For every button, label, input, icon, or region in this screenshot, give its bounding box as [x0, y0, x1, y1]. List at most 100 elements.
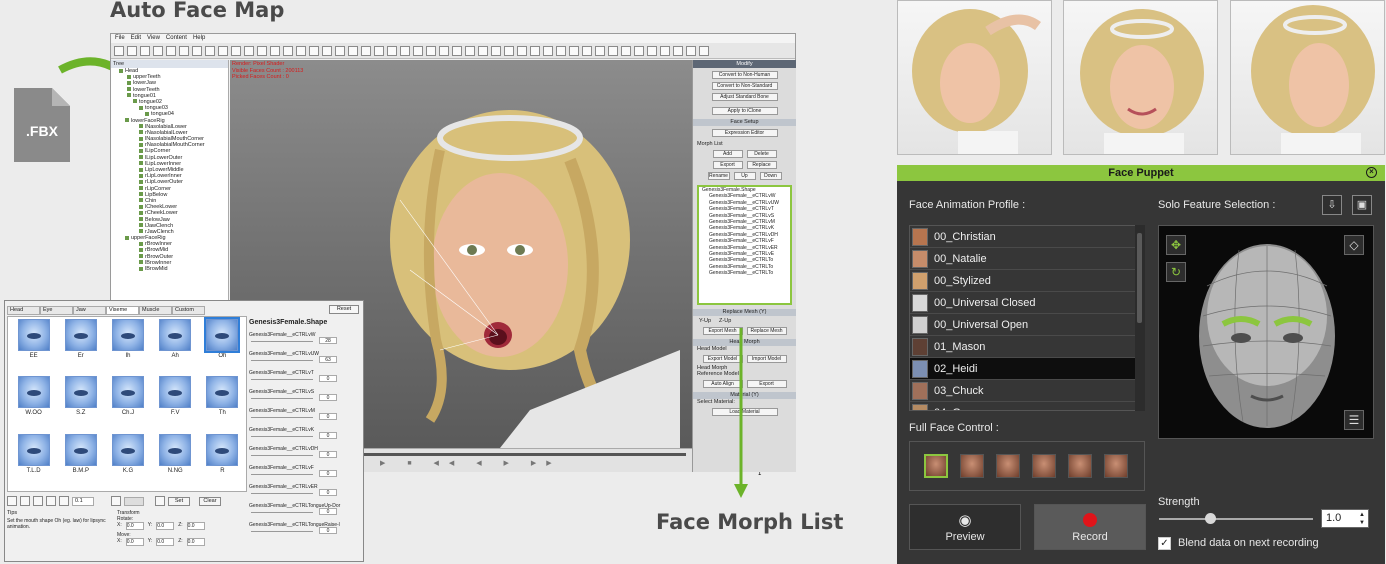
- viseme-ch-j[interactable]: Ch.J: [104, 376, 151, 433]
- morph-slider[interactable]: [251, 360, 313, 361]
- morph-slider[interactable]: [251, 455, 313, 456]
- full-face-control-4[interactable]: [1032, 454, 1056, 478]
- move-y-input[interactable]: 0.0: [156, 538, 175, 546]
- menu-edit[interactable]: Edit: [131, 34, 141, 43]
- apply-to-iclone-button[interactable]: Apply to iClone: [711, 107, 778, 115]
- toolbar-button[interactable]: [673, 45, 683, 56]
- toolbar-button[interactable]: [660, 45, 670, 56]
- viseme-w-oo[interactable]: W.OO: [10, 376, 57, 433]
- strength-spinbox[interactable]: 1.0 ▲ ▼: [1321, 509, 1369, 528]
- toolbar-button[interactable]: [335, 45, 345, 56]
- toolbar-button[interactable]: [322, 45, 332, 56]
- rotate-reset-icon[interactable]: ↻: [1166, 262, 1186, 282]
- save-icon[interactable]: [7, 496, 17, 506]
- toolbar-button[interactable]: [517, 45, 527, 56]
- copy-icon[interactable]: [33, 496, 43, 506]
- morph-value-input[interactable]: 0: [319, 451, 337, 458]
- toolbar-button[interactable]: [296, 45, 306, 56]
- export-morph-button[interactable]: Export: [712, 161, 743, 169]
- toolbar-button[interactable]: [413, 45, 423, 56]
- rotate-z-input[interactable]: 0.0: [186, 522, 205, 530]
- move-up-button[interactable]: Up: [733, 172, 756, 180]
- reset-button[interactable]: Reset: [329, 305, 359, 314]
- replace-mesh-button[interactable]: Replace Mesh: [746, 327, 787, 335]
- playback-controls[interactable]: ▶ ■ ◀◀ ◀ ▶ ▶▶: [380, 459, 562, 467]
- profile-item[interactable]: 00_Stylized: [910, 270, 1144, 292]
- paste-icon[interactable]: [46, 496, 56, 506]
- viseme-s-z[interactable]: S.Z: [57, 376, 104, 433]
- toolbar-button[interactable]: [153, 45, 163, 56]
- toolbar-button[interactable]: [179, 45, 189, 56]
- convert-non-human-button[interactable]: Convert to Non-Human: [711, 71, 778, 79]
- clear-button[interactable]: Clear: [199, 496, 221, 506]
- profile-item[interactable]: 00_Universal Open: [910, 314, 1144, 336]
- profile-item[interactable]: 04_Gwynn: [910, 402, 1144, 410]
- tab-jaw[interactable]: Jaw: [73, 306, 106, 315]
- toolbar-button[interactable]: [218, 45, 228, 56]
- preview-button[interactable]: ◉ Preview: [909, 504, 1021, 550]
- viseme-b-m-p[interactable]: B.M.P: [57, 433, 104, 491]
- toolbar-button[interactable]: [621, 45, 631, 56]
- toolbar-button[interactable]: [530, 45, 540, 56]
- toolbar-button[interactable]: [699, 45, 709, 56]
- morph-slider[interactable]: [251, 512, 313, 513]
- viseme-k-g[interactable]: K.G: [104, 433, 151, 491]
- import-model-button[interactable]: Import Model: [746, 355, 787, 363]
- z-up-radio[interactable]: Z-Up: [719, 318, 731, 324]
- expression-editor-button[interactable]: Expression Editor: [711, 129, 778, 137]
- profile-item[interactable]: 00_Christian: [910, 226, 1144, 248]
- viseme-th[interactable]: Th: [199, 376, 246, 433]
- profile-item[interactable]: 01_Mason: [910, 336, 1144, 358]
- menu-help[interactable]: Help: [193, 34, 205, 43]
- morph-value-input[interactable]: 28: [319, 337, 337, 344]
- tab-custom[interactable]: Custom: [172, 306, 205, 315]
- morph-value-input[interactable]: 0: [319, 432, 337, 439]
- toolbar-button[interactable]: [504, 45, 514, 56]
- viseme-ee[interactable]: EE: [10, 319, 57, 376]
- blend-data-checkbox[interactable]: ✓: [1158, 537, 1171, 550]
- morph-value-input[interactable]: 0: [319, 394, 337, 401]
- toolbar-button[interactable]: [244, 45, 254, 56]
- viseme-r[interactable]: R: [199, 433, 246, 491]
- morph-value-input[interactable]: 0: [319, 508, 337, 515]
- convert-non-standard-button[interactable]: Convert to Non-Standard: [711, 82, 778, 90]
- viseme-er[interactable]: Er: [57, 319, 104, 376]
- scrollbar-thumb[interactable]: [1137, 233, 1142, 323]
- face-animation-profile-list[interactable]: 00_Christian 00_Natalie 00_Stylized 00_Univ…: [909, 225, 1145, 411]
- morph-value-input[interactable]: 63: [319, 356, 337, 363]
- toolbar-button[interactable]: [192, 45, 202, 56]
- toolbar-button[interactable]: [426, 45, 436, 56]
- full-face-control-1[interactable]: [924, 454, 948, 478]
- profile-item[interactable]: 03_Chuck: [910, 380, 1144, 402]
- tab-muscle[interactable]: Muscle: [139, 306, 172, 315]
- profile-item[interactable]: 02_Heidi: [910, 358, 1144, 380]
- toolbar-button[interactable]: [608, 45, 618, 56]
- viseme-oh[interactable]: Oh: [199, 317, 246, 376]
- toolbar-button[interactable]: [543, 45, 553, 56]
- morph-slider[interactable]: [251, 398, 313, 399]
- toolbar-button[interactable]: [569, 45, 579, 56]
- toolbar-button[interactable]: [231, 45, 241, 56]
- move-feature-icon[interactable]: ✥: [1166, 235, 1186, 255]
- morph-value-input[interactable]: 0: [319, 375, 337, 382]
- toolbar-button[interactable]: [452, 45, 462, 56]
- rename-morph-button[interactable]: Rename: [707, 172, 730, 180]
- list-options-icon[interactable]: ☰: [1344, 410, 1364, 430]
- full-face-control-6[interactable]: [1104, 454, 1128, 478]
- spin-arrows-icon[interactable]: ▲ ▼: [1359, 511, 1365, 527]
- close-icon[interactable]: ×: [1366, 167, 1377, 178]
- toolbar-button[interactable]: [439, 45, 449, 56]
- tab-viseme[interactable]: Viseme: [106, 306, 139, 315]
- toolbar-button[interactable]: [647, 45, 657, 56]
- morph-list-item[interactable]: Genesis3Female__eCTRLvER: [699, 245, 790, 251]
- eraser-icon[interactable]: ◇: [1344, 235, 1364, 255]
- y-up-radio[interactable]: Y-Up: [699, 318, 711, 324]
- full-face-control-2[interactable]: [960, 454, 984, 478]
- toolbar-button[interactable]: [387, 45, 397, 56]
- toolbar-button[interactable]: [478, 45, 488, 56]
- morph-slider[interactable]: [251, 379, 313, 380]
- toolbar-button[interactable]: [205, 45, 215, 56]
- full-face-control-5[interactable]: [1068, 454, 1092, 478]
- toolbar-button[interactable]: [556, 45, 566, 56]
- face-morph-list[interactable]: Genesis3Female.Shape Genesis3Female__eCT…: [697, 185, 792, 305]
